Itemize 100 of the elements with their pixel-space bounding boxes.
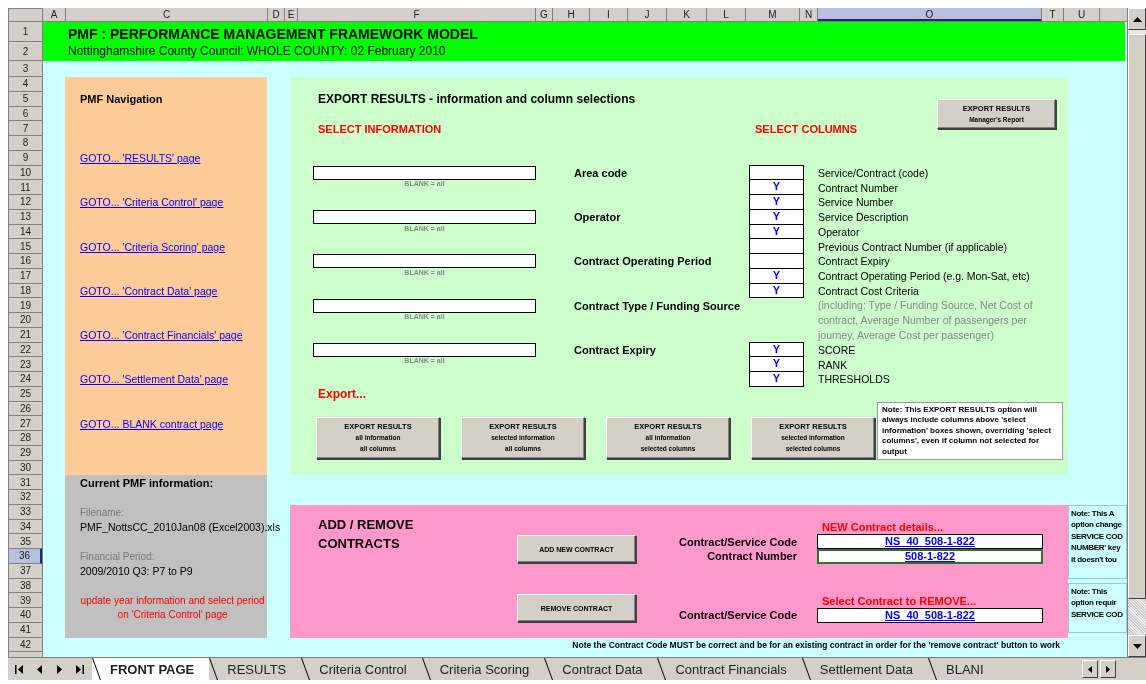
- column-select-box[interactable]: Y: [749, 341, 804, 358]
- row-header[interactable]: 9: [8, 150, 42, 166]
- input-field[interactable]: [313, 254, 536, 269]
- row-header[interactable]: 19: [8, 298, 42, 313]
- row-header[interactable]: 33: [8, 504, 42, 520]
- row-header[interactable]: 24: [8, 372, 42, 387]
- scroll-left-button[interactable]: [1082, 660, 1098, 678]
- note-line: NUMBER' key: [1071, 542, 1121, 554]
- vertical-scrollbar[interactable]: [1127, 8, 1146, 657]
- column-select-box[interactable]: [749, 164, 804, 181]
- row-header[interactable]: 14: [8, 224, 42, 240]
- column-label: Previous Contract Number (if applicable): [818, 240, 1009, 253]
- goto-link[interactable]: GOTO... 'Contract Financials' page: [80, 329, 243, 342]
- column-select-box[interactable]: [749, 238, 804, 254]
- row-header[interactable]: 20: [8, 313, 42, 328]
- row-header[interactable]: 38: [8, 578, 42, 594]
- column-header[interactable]: C: [66, 8, 268, 21]
- column-header[interactable]: G: [536, 8, 553, 21]
- row-header[interactable]: 32: [8, 490, 42, 505]
- goto-link[interactable]: GOTO... 'RESULTS' page: [80, 152, 201, 165]
- last-sheet-icon[interactable]: [75, 664, 84, 674]
- row-header[interactable]: 30: [8, 460, 42, 476]
- column-header[interactable]: U: [1064, 8, 1100, 21]
- column-header[interactable]: E: [285, 8, 298, 21]
- column-header[interactable]: D: [268, 8, 285, 21]
- column-header[interactable]: J: [628, 8, 667, 21]
- row-header[interactable]: 13: [8, 209, 42, 225]
- row-header[interactable]: 29: [8, 445, 42, 461]
- column-select-box[interactable]: Y: [749, 194, 804, 210]
- input-field[interactable]: [313, 298, 536, 313]
- column-label: Contract Expiry: [818, 255, 891, 268]
- scroll-right-button[interactable]: [1100, 660, 1116, 678]
- goto-link[interactable]: GOTO... 'Criteria Scoring' page: [80, 240, 226, 253]
- row-header[interactable]: 22: [8, 342, 42, 358]
- column-header[interactable]: I: [590, 8, 628, 21]
- row-header[interactable]: 42: [8, 637, 42, 653]
- column-header[interactable]: L: [707, 8, 746, 21]
- filter-label: Contract Operating Period: [574, 255, 712, 268]
- contract-field[interactable]: 508-1-822: [817, 549, 1043, 564]
- input-field[interactable]: [313, 210, 536, 225]
- row-header[interactable]: 1: [8, 22, 42, 42]
- row-header[interactable]: 36: [8, 549, 42, 564]
- note-line: Note: This A: [1071, 507, 1115, 520]
- row-header[interactable]: 17: [8, 268, 42, 284]
- row-header[interactable]: 25: [8, 386, 42, 402]
- column-label: Contract Operating Period (e.g. Mon-Sat, etc): [818, 270, 1031, 283]
- row-header[interactable]: 21: [8, 327, 42, 343]
- row-header[interactable]: 31: [8, 475, 42, 490]
- column-header[interactable]: A: [43, 8, 66, 21]
- row-header[interactable]: 40: [8, 608, 42, 623]
- goto-link[interactable]: GOTO... 'Settlement Data' page: [80, 373, 228, 386]
- row-header[interactable]: 26: [8, 401, 42, 417]
- sheet-tab[interactable]: FRONT PAGE: [92, 658, 210, 680]
- goto-link[interactable]: GOTO... 'Criteria Control' page: [80, 196, 224, 209]
- row-header[interactable]: 3: [8, 61, 42, 77]
- column-header[interactable]: F: [298, 8, 536, 21]
- row-header[interactable]: 6: [8, 106, 42, 122]
- scroll-up-button[interactable]: [1128, 8, 1146, 30]
- column-select-box[interactable]: Y: [749, 371, 804, 387]
- goto-link[interactable]: GOTO... BLANK contract page: [80, 417, 224, 430]
- previous-sheet-icon[interactable]: [37, 664, 43, 674]
- row-header[interactable]: 15: [8, 239, 42, 254]
- column-header[interactable]: M: [746, 8, 800, 21]
- row-header[interactable]: 8: [8, 136, 42, 151]
- row-header[interactable]: 5: [8, 91, 42, 107]
- next-sheet-icon[interactable]: [56, 664, 62, 674]
- row-header[interactable]: 16: [8, 254, 42, 269]
- row-header[interactable]: 10: [8, 165, 42, 181]
- row-header[interactable]: 28: [8, 431, 42, 446]
- contract-field[interactable]: NS_40_508-1-822: [817, 608, 1043, 623]
- column-header[interactable]: K: [667, 8, 707, 21]
- goto-link[interactable]: GOTO... 'Contract Data' page: [80, 284, 218, 297]
- scroll-down-button[interactable]: [1128, 635, 1146, 657]
- column-select-box[interactable]: [749, 253, 804, 269]
- down-arrow-icon: [1132, 643, 1142, 649]
- row-header[interactable]: 41: [8, 622, 42, 638]
- column-header[interactable]: O: [818, 8, 1042, 21]
- scroll-thumb[interactable]: [1128, 34, 1146, 599]
- row-header[interactable]: 11: [8, 180, 42, 195]
- column-select-box[interactable]: Y: [749, 179, 804, 195]
- column-header[interactable]: H: [553, 8, 590, 21]
- row-header[interactable]: 39: [8, 593, 42, 608]
- contract-field[interactable]: NS_40_508-1-822: [817, 534, 1043, 549]
- row-header[interactable]: 2: [8, 42, 42, 61]
- row-header[interactable]: 4: [8, 77, 42, 92]
- row-header[interactable]: 12: [8, 195, 42, 210]
- row-header[interactable]: 27: [8, 416, 42, 431]
- row-header[interactable]: 7: [8, 121, 42, 136]
- column-header[interactable]: T: [1042, 8, 1064, 21]
- filename-text: PMF_NottsCC_2010Jan08 (Excel2003).xls: [80, 520, 281, 533]
- row-header[interactable]: 23: [8, 357, 42, 372]
- input-field[interactable]: [313, 342, 536, 357]
- section-heading: NEW Contract details...: [821, 520, 945, 533]
- select-all-corner[interactable]: [8, 8, 43, 22]
- first-sheet-icon[interactable]: [15, 664, 24, 674]
- input-field[interactable]: [313, 165, 536, 180]
- column-select-box[interactable]: Y: [749, 356, 804, 372]
- row-header[interactable]: 18: [8, 283, 42, 299]
- row-header[interactable]: 37: [8, 563, 42, 579]
- row-header[interactable]: 34: [8, 519, 42, 535]
